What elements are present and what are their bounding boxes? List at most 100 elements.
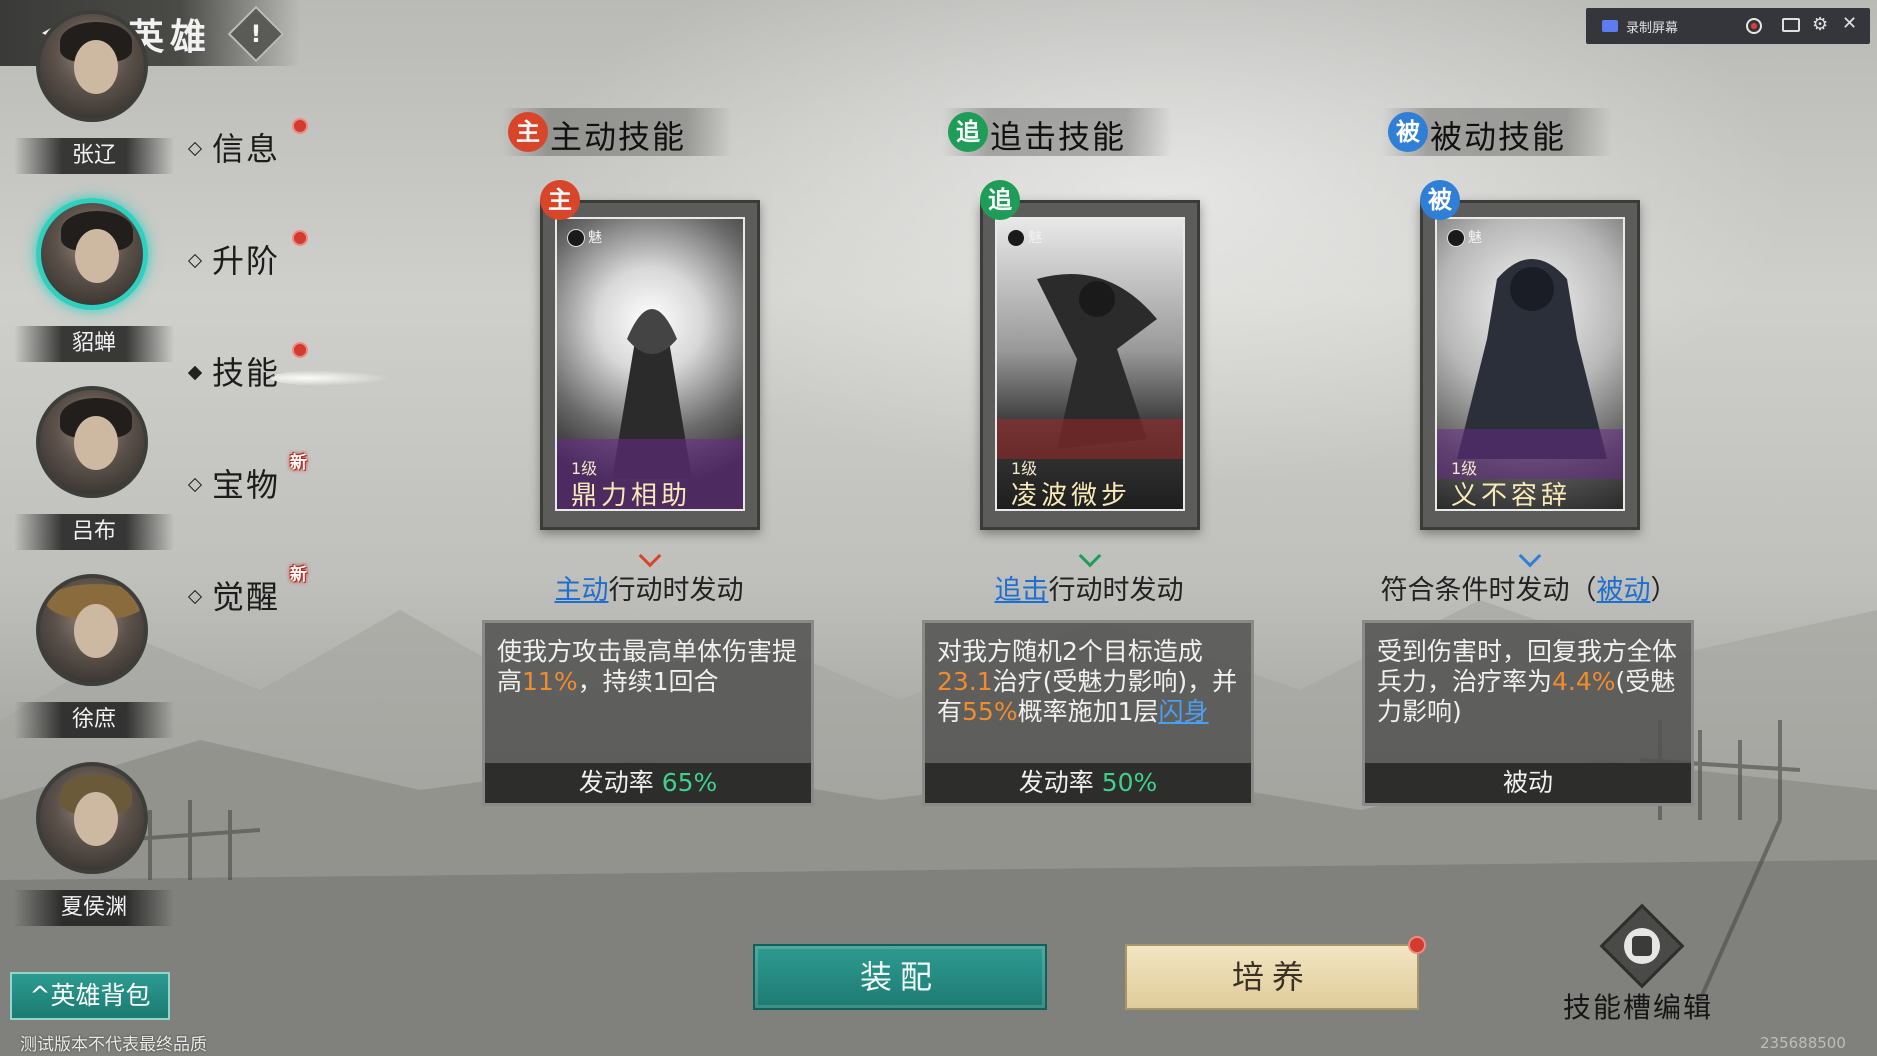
skill-trigger: 追击行动时发动 bbox=[994, 575, 1184, 606]
hero-name: 吕布 bbox=[14, 514, 174, 550]
tab-info[interactable]: 信息 bbox=[187, 118, 320, 174]
hero-list: 张辽 貂蝉 吕布 徐庶 夏侯渊 bbox=[0, 10, 174, 966]
trigger-keyword-link[interactable]: 追击 bbox=[995, 575, 1049, 606]
avatar bbox=[36, 198, 148, 310]
hero-item-lvbu[interactable]: 吕布 bbox=[14, 386, 174, 576]
recorder-label: 录制屏幕 bbox=[1626, 21, 1679, 36]
tab-awaken[interactable]: 觉醒 新 bbox=[187, 565, 320, 622]
skill-card-art: 魅 1级 义不容辞 bbox=[1435, 217, 1625, 511]
trigger-keyword-link[interactable]: 主动 bbox=[555, 575, 609, 606]
activation-rate: 发动率 50% bbox=[925, 763, 1251, 803]
active-tab-swoosh bbox=[270, 370, 390, 386]
attribute-tag: 魅 bbox=[1007, 227, 1042, 247]
tab-advance[interactable]: 升阶 bbox=[187, 230, 320, 286]
info-button[interactable]: ! bbox=[227, 5, 285, 63]
skill-name: 凌波微步 bbox=[1011, 481, 1132, 511]
tab-label: 觉醒 bbox=[212, 578, 281, 616]
passive-skill-icon: 被 bbox=[1388, 112, 1428, 152]
close-icon[interactable]: ✕ bbox=[1842, 13, 1857, 34]
skill-description-box: 受到伤害时，回复我方全体兵力，治疗率为4.4%(受魅力影响) 被动 bbox=[1362, 620, 1694, 806]
diamond-icon bbox=[187, 477, 203, 493]
status-effect-link[interactable]: 闪身 bbox=[1159, 697, 1209, 726]
chevron-down-icon bbox=[638, 544, 662, 568]
pursuit-skill-icon: 追 bbox=[980, 180, 1020, 220]
skill-description-box: 使我方攻击最高单体伤害提高11%，持续1回合 发动率 65% bbox=[482, 620, 814, 806]
skill-card[interactable]: 魅 1级 义不容辞 bbox=[1420, 200, 1640, 530]
attribute-icon bbox=[567, 229, 585, 247]
diamond-icon bbox=[187, 589, 203, 605]
skill-description: 使我方攻击最高单体伤害提高11%，持续1回合 bbox=[497, 637, 798, 696]
skill-header-title: 主动技能 bbox=[550, 118, 687, 156]
train-button[interactable]: 培养 bbox=[1125, 944, 1419, 1010]
attribute-tag: 魅 bbox=[567, 227, 602, 247]
avatar bbox=[36, 762, 148, 874]
skill-card-art: 魅 1级 凌波微步 bbox=[995, 217, 1185, 511]
skill-card[interactable]: 魅 1级 凌波微步 bbox=[980, 200, 1200, 530]
diamond-icon bbox=[187, 253, 203, 269]
hero-bag-button[interactable]: ^英雄背包 bbox=[10, 972, 170, 1020]
skill-card[interactable]: 魅 1级 鼎力相助 bbox=[540, 200, 760, 530]
hero-name: 徐庶 bbox=[14, 702, 174, 738]
skill-description: 受到伤害时，回复我方全体兵力，治疗率为4.4%(受魅力影响) bbox=[1377, 637, 1678, 726]
new-badge: 新 bbox=[290, 565, 307, 585]
attribute-icon bbox=[1447, 229, 1465, 247]
skill-description: 对我方随机2个目标造成23.1治疗(受魅力影响)，并有55%概率施加1层闪身 bbox=[937, 637, 1238, 726]
skill-column-active: 主 主动技能 魅 1级 鼎力相助 主 主动行动时发动 使我方攻击最高单体伤害提高… bbox=[452, 108, 814, 808]
skill-header: 被 被动技能 bbox=[1382, 108, 1612, 156]
record-icon[interactable] bbox=[1746, 18, 1762, 34]
tab-label: 升阶 bbox=[212, 242, 281, 280]
tab-label: 信息 bbox=[212, 130, 281, 168]
edit-slot-icon bbox=[1624, 928, 1660, 964]
test-version-disclaimer: 测试版本不代表最终品质 bbox=[20, 1035, 207, 1055]
passive-skill-icon: 被 bbox=[1420, 180, 1460, 220]
activation-rate: 被动 bbox=[1365, 763, 1691, 803]
hero-name: 夏侯渊 bbox=[14, 890, 174, 926]
skill-header: 追 追击技能 bbox=[942, 108, 1172, 156]
skill-trigger: 主动行动时发动 bbox=[554, 575, 744, 606]
notification-dot bbox=[292, 230, 308, 246]
diamond-icon bbox=[187, 141, 203, 157]
hero-name: 貂蝉 bbox=[14, 326, 174, 362]
avatar bbox=[36, 574, 148, 686]
avatar bbox=[36, 10, 148, 122]
settings-icon[interactable]: ⚙ bbox=[1812, 14, 1828, 35]
exclamation-icon: ! bbox=[250, 20, 262, 48]
avatar bbox=[36, 386, 148, 498]
skill-header: 主 主动技能 bbox=[502, 108, 732, 156]
folder-icon[interactable] bbox=[1782, 18, 1800, 32]
hero-item-xushu[interactable]: 徐庶 bbox=[14, 574, 174, 764]
skill-header-title: 被动技能 bbox=[1430, 118, 1567, 156]
skill-name: 义不容辞 bbox=[1451, 481, 1572, 511]
hero-bag-label: 英雄背包 bbox=[50, 981, 151, 1010]
tab-treasure[interactable]: 宝物 新 bbox=[187, 453, 320, 510]
chevron-down-icon bbox=[1078, 544, 1102, 568]
hero-item-zhangliao[interactable]: 张辽 bbox=[14, 10, 174, 200]
notification-dot bbox=[292, 118, 308, 134]
equip-button[interactable]: 装配 bbox=[753, 944, 1047, 1010]
skill-trigger: 符合条件时发动（被动） bbox=[1380, 575, 1678, 606]
activation-rate: 发动率 65% bbox=[485, 763, 811, 803]
chevron-down-icon bbox=[1518, 544, 1542, 568]
tab-label: 宝物 bbox=[212, 466, 281, 504]
attribute-tag: 魅 bbox=[1447, 227, 1482, 247]
trigger-keyword-link[interactable]: 被动 bbox=[1597, 575, 1651, 606]
user-id: 235688500 bbox=[1760, 1034, 1846, 1052]
skill-card-art: 魅 1级 鼎力相助 bbox=[555, 217, 745, 511]
pursuit-skill-icon: 追 bbox=[948, 112, 988, 152]
skill-name: 鼎力相助 bbox=[571, 481, 692, 511]
screen-recorder-toolbar: 录制屏幕 ⚙ ✕ bbox=[1586, 8, 1870, 44]
skill-description-box: 对我方随机2个目标造成23.1治疗(受魅力影响)，并有55%概率施加1层闪身 发… bbox=[922, 620, 1254, 806]
skill-column-passive: 被 被动技能 魅 1级 义不容辞 被 符合条件时发动（被动） 受到伤害时，回复我… bbox=[1332, 108, 1694, 808]
attribute-icon bbox=[1007, 229, 1025, 247]
video-camera-icon bbox=[1602, 20, 1618, 32]
skill-slot-edit-button[interactable]: 技能槽编辑 bbox=[1548, 903, 1728, 1032]
active-skill-icon: 主 bbox=[540, 180, 580, 220]
chevron-up-icon: ^ bbox=[29, 981, 51, 1010]
hero-item-diaochan[interactable]: 貂蝉 bbox=[14, 198, 174, 388]
skill-slot-edit-label: 技能槽编辑 bbox=[1562, 991, 1713, 1024]
diamond-icon bbox=[187, 365, 203, 381]
hero-item-xiahouyuan[interactable]: 夏侯渊 bbox=[14, 762, 174, 952]
skill-column-pursuit: 追 追击技能 魅 1级 凌波微步 追 追击行动时发动 对我方随机2个目标造成23… bbox=[892, 108, 1254, 808]
new-badge: 新 bbox=[290, 453, 307, 473]
active-skill-icon: 主 bbox=[508, 112, 548, 152]
